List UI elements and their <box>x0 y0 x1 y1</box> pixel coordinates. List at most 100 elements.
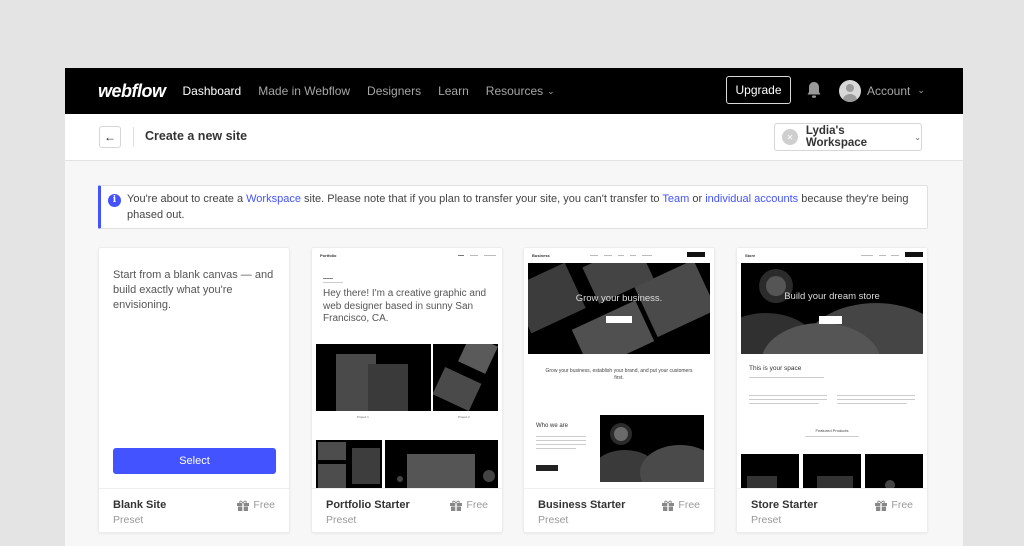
preview-hero-title: Build your dream store <box>784 291 880 302</box>
card-subtitle: Preset <box>751 514 782 526</box>
team-link[interactable]: Team <box>662 193 689 205</box>
preview-text-line <box>837 403 907 404</box>
preview-project-image <box>433 344 498 411</box>
preview-logo: Business <box>532 253 550 258</box>
preview-image <box>600 415 704 482</box>
template-card-blank-site[interactable]: Start from a blank canvas — and build ex… <box>98 247 290 533</box>
preview-product <box>865 454 923 488</box>
preview-text-line <box>323 278 333 279</box>
select-button[interactable]: Select <box>113 448 276 474</box>
preview-text-line <box>749 377 824 378</box>
chevron-down-icon: ⌄ <box>917 84 925 95</box>
chevron-down-icon: ⌄ <box>547 86 555 96</box>
preview-section-title: Who we are <box>536 423 569 429</box>
page-header: ← Create a new site Lydia's Workspace ⌄ <box>65 114 963 161</box>
workspace-selector[interactable]: Lydia's Workspace ⌄ <box>774 123 922 151</box>
workspace-link[interactable]: Workspace <box>246 193 301 205</box>
card-subtitle: Preset <box>326 514 357 526</box>
card-preview: Start from a blank canvas — and build ex… <box>99 248 289 488</box>
preview-project-label: Project 2 <box>458 415 470 419</box>
preview-text-line <box>536 436 586 437</box>
preview-nav <box>470 255 478 256</box>
preview-button <box>687 252 705 257</box>
price-label: Free <box>466 499 488 511</box>
price-badge: Free <box>450 499 488 511</box>
workspace-icon <box>782 129 798 145</box>
preview-project-image <box>316 440 382 488</box>
alert-text: site. Please note that if you plan to tr… <box>300 193 663 205</box>
preview-logo: Portfolio <box>320 253 337 258</box>
card-name: Portfolio Starter <box>326 499 410 511</box>
card-preview: Store Build your dream store This is you… <box>737 248 927 488</box>
gift-icon <box>662 500 675 511</box>
gift-icon <box>237 500 250 511</box>
card-name: Store Starter <box>751 499 818 511</box>
nav-link-resources-label: Resources <box>485 84 544 98</box>
preview-project-image <box>385 440 498 488</box>
nav-link-learn[interactable]: Learn <box>438 84 469 98</box>
page-title: Create a new site <box>145 129 248 143</box>
alert-text: You're about to create a <box>127 193 247 205</box>
webflow-logo[interactable]: webflow <box>98 81 166 102</box>
top-nav: webflow Dashboard Made in Webflow Design… <box>65 68 963 114</box>
preview-project-image <box>316 344 431 411</box>
preview-text-line <box>749 403 819 404</box>
preview-text-line <box>749 395 827 396</box>
card-footer: Business Starter Preset Free <box>524 488 714 532</box>
template-card-store-starter[interactable]: Store Build your dream store This is you… <box>736 247 928 533</box>
preview-nav <box>861 255 873 256</box>
nav-link-made-in-webflow[interactable]: Made in Webflow <box>258 84 350 98</box>
upgrade-button[interactable]: Upgrade <box>726 76 791 104</box>
template-card-business-starter[interactable]: Business Grow your business. Grow your b… <box>523 247 715 533</box>
preview-nav <box>458 255 464 256</box>
card-footer: Portfolio Starter Preset Free <box>312 488 502 532</box>
preview-hero-title: Grow your business. <box>575 293 663 304</box>
preview-text-line <box>536 444 586 445</box>
nav-link-resources[interactable]: Resources ⌄ <box>486 84 555 98</box>
account-label: Account <box>867 84 911 98</box>
preview-section-title: This is your space <box>749 365 802 372</box>
gift-icon <box>875 500 888 511</box>
info-alert: i You're about to create a Workspace sit… <box>98 185 928 229</box>
preview-nav <box>891 255 899 256</box>
card-preview: Portfolio Hey there! I'm a creative grap… <box>312 248 502 488</box>
preview-nav <box>604 255 612 256</box>
alert-text: or <box>689 193 706 205</box>
back-button[interactable]: ← <box>99 126 121 148</box>
preview-nav <box>630 255 636 256</box>
preview-headline: Hey there! I'm a creative graphic and we… <box>323 288 487 324</box>
preview-nav <box>484 255 496 256</box>
preview-nav <box>618 255 624 256</box>
avatar <box>839 80 861 102</box>
chevron-down-icon: ⌄ <box>914 132 921 142</box>
preview-hero: Grow your business. <box>528 263 710 354</box>
preview-text-line <box>323 282 343 283</box>
account-menu[interactable]: Account ⌄ <box>839 80 925 102</box>
nav-link-designers[interactable]: Designers <box>367 84 421 98</box>
preview-featured-title: Featured Products <box>815 428 849 433</box>
info-icon: i <box>108 194 121 207</box>
preview-nav <box>879 255 886 256</box>
card-name: Blank Site <box>113 499 167 511</box>
nav-link-dashboard[interactable]: Dashboard <box>183 84 242 98</box>
individual-accounts-link[interactable]: individual accounts <box>705 193 798 205</box>
preview-cta <box>819 316 842 324</box>
card-name: Business Starter <box>538 499 626 511</box>
template-card-portfolio-starter[interactable]: Portfolio Hey there! I'm a creative grap… <box>311 247 503 533</box>
preview-project-label: Project 1 <box>357 415 369 419</box>
preview-text-line <box>536 440 586 441</box>
preview-product <box>741 454 799 488</box>
preview-text-line <box>837 395 915 396</box>
price-label: Free <box>253 499 275 511</box>
price-badge: Free <box>875 499 913 511</box>
preview-button <box>905 252 923 257</box>
price-badge: Free <box>662 499 700 511</box>
preview-button <box>536 465 558 471</box>
blank-site-description: Start from a blank canvas — and build ex… <box>113 269 274 311</box>
preview-product <box>803 454 861 488</box>
card-footer: Store Starter Preset Free <box>737 488 927 532</box>
bell-icon[interactable] <box>806 81 822 99</box>
price-badge: Free <box>237 499 275 511</box>
app-window: webflow Dashboard Made in Webflow Design… <box>65 68 963 546</box>
preview-cta <box>606 316 632 323</box>
